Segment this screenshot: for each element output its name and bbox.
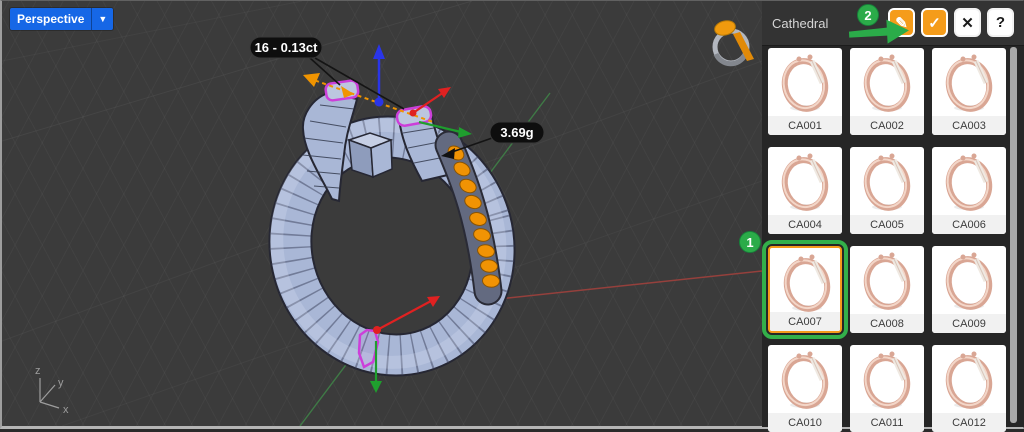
axis-x-label: x bbox=[63, 404, 69, 416]
thumbnail-card[interactable]: CA004 bbox=[768, 147, 842, 234]
panel-title: Cathedral bbox=[772, 15, 829, 31]
seat-notch bbox=[346, 132, 394, 179]
thumbnail-label: CA007 bbox=[770, 312, 840, 331]
thumbnail-card[interactable]: CA010 bbox=[768, 345, 842, 432]
left-prong-tip-selection[interactable] bbox=[324, 79, 360, 102]
thumbnail-card-selected[interactable]: CA007 bbox=[762, 240, 848, 339]
library-panel: Cathedral ✎ ✓ ✕ ? CA001 CA002 CA003 CA00… bbox=[762, 1, 1024, 432]
ring-thumbnail-image bbox=[932, 246, 1006, 312]
thumbnail-card[interactable]: CA002 bbox=[850, 48, 924, 135]
thumbnail-label: CA009 bbox=[932, 314, 1006, 333]
thumbnail-label: CA011 bbox=[850, 413, 924, 432]
chevron-down-icon[interactable]: ▼ bbox=[91, 8, 113, 30]
thumbnail-card[interactable]: CA006 bbox=[932, 147, 1006, 234]
viewport-title-dropdown[interactable]: Perspective ▼ bbox=[10, 8, 114, 30]
help-button[interactable]: ? bbox=[987, 8, 1014, 37]
ring-thumbnail-image bbox=[768, 345, 842, 411]
thumbnail-card[interactable]: CA008 bbox=[850, 246, 924, 333]
check-icon: ✓ bbox=[928, 14, 941, 32]
thumbnail-label: CA006 bbox=[932, 215, 1006, 234]
thumbnail-card[interactable]: CA011 bbox=[850, 345, 924, 432]
thumbnail-label: CA001 bbox=[768, 116, 842, 135]
ring-thumbnail-image bbox=[850, 345, 924, 411]
ring-thumbnail-image bbox=[768, 147, 842, 213]
ring-thumbnail-image bbox=[932, 345, 1006, 411]
thumbnail-card[interactable]: CA005 bbox=[850, 147, 924, 234]
ring-thumbnail-image bbox=[932, 48, 1006, 114]
tutorial-step-1-badge: 1 bbox=[739, 231, 761, 253]
ring-thumbnail-image bbox=[850, 147, 924, 213]
ring-preview-icon bbox=[712, 20, 754, 67]
close-button[interactable]: ✕ bbox=[954, 8, 981, 37]
tutorial-step-2-badge: 2 bbox=[857, 4, 879, 26]
thumbnail-card[interactable]: CA009 bbox=[932, 246, 1006, 333]
thumbnail-label: CA012 bbox=[932, 413, 1006, 432]
thumbnail-label: CA005 bbox=[850, 215, 924, 234]
viewport-title: Perspective bbox=[17, 12, 85, 26]
thumbnail-card[interactable]: CA003 bbox=[932, 48, 1006, 135]
axis-gizmo: z y x bbox=[35, 365, 69, 416]
thumbnail-label: CA003 bbox=[932, 116, 1006, 135]
thumbnail-label: CA008 bbox=[850, 314, 924, 333]
ring-thumbnail-image bbox=[770, 248, 840, 312]
help-icon: ? bbox=[995, 14, 1006, 31]
viewport-canvas: 16 - 0.13ct 3.69g z y x bbox=[2, 1, 762, 426]
viewport-3d[interactable]: 16 - 0.13ct 3.69g z y x Perspective ▼ bbox=[2, 1, 762, 426]
ring-thumbnail-image bbox=[932, 147, 1006, 213]
panel-scrollbar[interactable] bbox=[1010, 47, 1017, 423]
application-window: 16 - 0.13ct 3.69g z y x Perspective ▼ Ca… bbox=[0, 0, 1024, 432]
confirm-button[interactable]: ✓ bbox=[921, 8, 948, 37]
thumbnail-label: CA004 bbox=[768, 215, 842, 234]
ring-thumbnail-image bbox=[850, 246, 924, 312]
thumbnail-card[interactable]: CA012 bbox=[932, 345, 1006, 432]
gizmo-origin-dot[interactable] bbox=[374, 97, 384, 107]
ring-thumbnail-image bbox=[850, 48, 924, 114]
gizmo-orange-arrowhead[interactable] bbox=[303, 73, 320, 87]
stone-callout-text: 16 - 0.13ct bbox=[255, 40, 319, 55]
axis-z-label: z bbox=[35, 365, 41, 377]
thumbnail-label: CA010 bbox=[768, 413, 842, 432]
thumbnail-card[interactable]: CA001 bbox=[768, 48, 842, 135]
thumbnail-label: CA002 bbox=[850, 116, 924, 135]
tutorial-arrow bbox=[848, 19, 909, 44]
axis-y-label: y bbox=[58, 377, 64, 389]
ring-thumbnail-image bbox=[768, 48, 842, 114]
weight-callout-text: 3.69g bbox=[500, 125, 533, 140]
close-icon: ✕ bbox=[961, 14, 974, 32]
thumbnail-grid: CA001 CA002 CA003 CA004 CA005 CA006 CA00… bbox=[762, 48, 1006, 432]
